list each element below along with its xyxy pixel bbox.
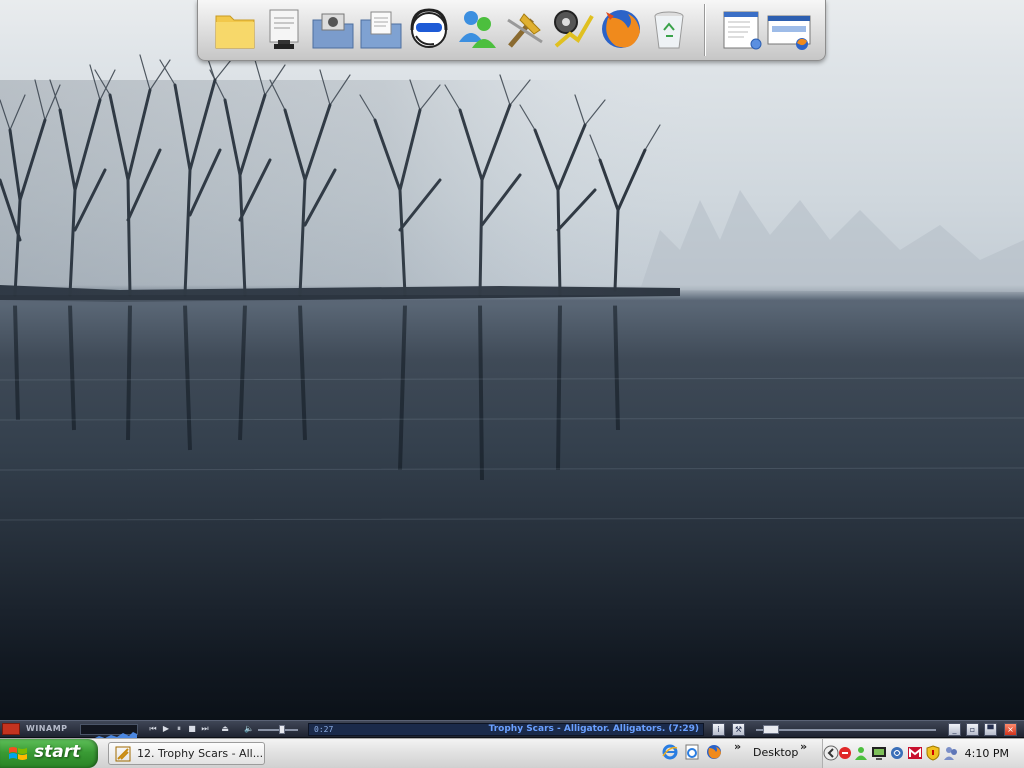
system-monitor-icon[interactable] — [550, 6, 596, 52]
minimize-button[interactable]: _ — [948, 723, 961, 736]
internet-explorer-icon[interactable] — [662, 744, 678, 760]
start-label: start — [34, 742, 81, 762]
winamp-title: WINAMP — [26, 724, 68, 733]
volume-icon: 🔈 — [244, 724, 254, 733]
people-icon[interactable] — [943, 745, 959, 761]
winamp-lightning-icon — [115, 746, 131, 762]
folder-icon[interactable] — [212, 6, 258, 52]
volume-slider[interactable] — [258, 729, 298, 731]
start-button[interactable]: start — [0, 739, 98, 768]
desktop-toolbar-label[interactable]: Desktop — [753, 746, 798, 759]
document-stamp-icon[interactable] — [262, 6, 308, 52]
ie-page-icon[interactable] — [684, 744, 700, 760]
window-preview-icon[interactable] — [720, 6, 766, 52]
info-button[interactable]: i — [712, 723, 725, 736]
eject-button[interactable]: ⏏ — [220, 724, 230, 734]
application-dock — [197, 0, 826, 61]
windows-logo-icon — [9, 747, 27, 760]
winamp-visualizer[interactable] — [80, 724, 138, 740]
dock-separator — [704, 4, 705, 56]
pictures-folder-icon[interactable] — [310, 6, 356, 52]
firefox-icon[interactable] — [598, 6, 644, 52]
desktop-chevron-icon[interactable]: » — [800, 740, 807, 753]
recycle-bin-icon[interactable] — [646, 6, 692, 52]
browser-preview-icon[interactable] — [766, 6, 812, 52]
user-icon[interactable] — [853, 745, 869, 761]
shield-icon[interactable] — [925, 745, 941, 761]
prev-track-button[interactable]: ⏮ — [148, 724, 158, 734]
gmail-icon[interactable] — [907, 745, 923, 761]
song-title: Trophy Scars - Alligator. Alligators. (7… — [488, 724, 699, 734]
playback-time: 0:27 — [314, 725, 334, 734]
desktop-wallpaper — [0, 0, 1024, 720]
next-track-button[interactable]: ⏭ — [200, 724, 210, 734]
config-button[interactable]: ⚒ — [732, 723, 745, 736]
system-tray: 4:10 PM — [822, 739, 1024, 768]
clock: 4:10 PM — [964, 747, 1009, 760]
taskbar-item-winamp[interactable]: 12. Trophy Scars - All... — [108, 742, 265, 765]
tools-hammer-icon[interactable] — [502, 6, 548, 52]
winamp-bar: WINAMP ⏮ ▶ ⏸ ■ ⏭ ⏏ 🔈 0:27 Trophy Scars -… — [0, 720, 1024, 740]
close-button[interactable]: × — [1004, 723, 1017, 736]
monitor-icon[interactable] — [871, 745, 887, 761]
seek-bar[interactable] — [756, 729, 936, 731]
firefox-icon[interactable] — [706, 744, 722, 760]
restore-button[interactable]: ▫ — [966, 723, 979, 736]
winamp-display: 0:27 Trophy Scars - Alligator. Alligator… — [308, 723, 704, 736]
taskbar-item-label: 12. Trophy Scars - All... — [137, 747, 264, 760]
play-button[interactable]: ▶ — [161, 724, 171, 734]
winamp-logo-icon[interactable] — [2, 723, 20, 735]
stop-icon[interactable] — [837, 745, 853, 761]
seek-bar-knob[interactable] — [763, 725, 780, 734]
network-icon[interactable] — [889, 745, 905, 761]
volume-slider-knob[interactable] — [279, 725, 285, 734]
pause-button[interactable]: ⏸ — [174, 724, 184, 734]
foggy-lake-landscape — [0, 49, 1024, 521]
headset-support-icon[interactable] — [406, 6, 452, 52]
stop-button[interactable]: ■ — [187, 724, 197, 734]
messenger-buddies-icon[interactable] — [454, 6, 500, 52]
quick-launch-chevron-icon[interactable]: » — [734, 740, 741, 753]
shade-button[interactable]: ▀ — [984, 723, 997, 736]
documents-folder-icon[interactable] — [358, 6, 404, 52]
